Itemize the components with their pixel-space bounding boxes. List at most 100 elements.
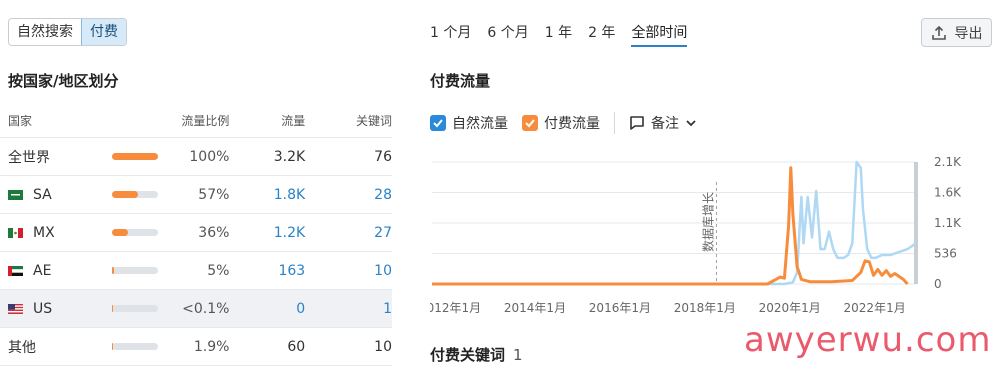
country-cell: 全世界	[0, 147, 112, 167]
x-tick-label: 2016年1月	[589, 301, 651, 315]
keywords-cell[interactable]: 10	[305, 263, 392, 279]
paid-keywords-title: 付费关键词 1	[430, 344, 523, 365]
share-bar	[111, 229, 172, 236]
paid-traffic-title: 付费流量	[430, 72, 491, 90]
country-name: 其他	[8, 339, 36, 356]
traffic-cell[interactable]: 0	[229, 301, 305, 317]
table-row[interactable]: 全世界 100% 3.2K 76	[0, 138, 392, 176]
share-bar	[111, 191, 172, 198]
keywords-cell: 10	[374, 338, 392, 355]
share-bar-fill	[111, 229, 129, 236]
ae-flag-icon	[8, 265, 23, 276]
table-header: 国家 流量比例 流量 关键词	[0, 103, 392, 138]
keywords-cell[interactable]: 28	[305, 187, 392, 203]
watermark: awyerwu.com	[744, 320, 992, 360]
share-bar-fill	[111, 153, 158, 160]
annotation-label: 数据库增长	[700, 192, 715, 252]
country-cell: SA	[0, 187, 112, 203]
y-tick-label: 2.1K	[934, 155, 962, 169]
keywords-cell: 76	[374, 148, 392, 165]
y-tick-label: 1.6K	[934, 186, 962, 200]
x-tick-label: 2012年1月	[430, 301, 481, 315]
traffic-cell[interactable]: 1.8K	[229, 187, 305, 203]
export-label: 导出	[954, 25, 983, 42]
share-column-header: 流量比例	[181, 113, 230, 128]
check-icon	[433, 119, 443, 128]
share-cell: 1.9%	[193, 338, 230, 355]
search-type-toggle: 自然搜索 付费	[8, 18, 127, 46]
share-cell: <0.1%	[182, 300, 230, 317]
x-tick-label: 2020年1月	[759, 301, 821, 315]
country-name: SA	[33, 186, 52, 203]
share-bar	[111, 305, 172, 312]
countries-section-title: 按国家/地区划分	[8, 72, 119, 90]
share-bar	[111, 153, 172, 160]
traffic-cell[interactable]: 163	[229, 263, 305, 279]
share-bar-fill	[111, 267, 115, 274]
notes-dropdown[interactable]: 备注	[629, 113, 697, 133]
table-row[interactable]: MX 36% 1.2K 27	[0, 214, 392, 252]
country-cell: 其他	[0, 337, 112, 357]
paid-traffic-line	[432, 166, 909, 286]
country-name: MX	[33, 224, 55, 241]
x-tick-label: 2018年1月	[674, 301, 736, 315]
table-row[interactable]: US <0.1% 0 1	[0, 290, 392, 328]
country-name: US	[33, 300, 53, 317]
upload-icon	[931, 25, 946, 40]
export-button[interactable]: 导出	[921, 18, 992, 47]
y-tick-label: 0	[934, 277, 942, 291]
sa-flag-icon	[8, 189, 23, 200]
traffic-cell: 60	[287, 338, 306, 355]
x-tick-label: 2022年1月	[844, 301, 906, 315]
paid-traffic-checkbox[interactable]	[522, 115, 538, 131]
traffic-cell: 3.2K	[273, 148, 306, 165]
period-tab[interactable]: 2 年	[588, 22, 615, 47]
comment-icon	[630, 116, 644, 130]
chart-legend: 自然流量 付费流量 备注	[430, 112, 697, 134]
share-bar-fill	[111, 343, 113, 350]
table-row[interactable]: SA 57% 1.8K 28	[0, 176, 392, 214]
share-cell: 5%	[207, 262, 230, 279]
x-tick-label: 2014年1月	[504, 301, 566, 315]
organic-search-tab[interactable]: 自然搜索	[9, 19, 81, 45]
table-row[interactable]: 其他 1.9% 60 10	[0, 328, 392, 366]
share-cell: 100%	[189, 148, 230, 165]
period-tab[interactable]: 1 个月	[430, 22, 471, 47]
y-tick-label: 1.1K	[934, 216, 962, 230]
keywords-cell[interactable]: 1	[305, 301, 392, 317]
share-cell: 57%	[198, 186, 230, 203]
organic-traffic-legend-label: 自然流量	[452, 116, 508, 132]
country-name: AE	[33, 262, 52, 279]
country-cell: AE	[0, 263, 112, 279]
share-bar-fill	[111, 191, 138, 198]
mx-flag-icon	[8, 227, 23, 238]
paid-search-tab[interactable]: 付费	[81, 19, 126, 45]
paid-traffic-chart: 0 536 1.1K 1.6K 2.1K 2012年1月 2014年1月 2016年1月 201…	[430, 155, 962, 315]
period-tab[interactable]: 全部时间	[631, 22, 688, 47]
check-icon	[525, 119, 535, 128]
traffic-cell[interactable]: 1.2K	[229, 225, 305, 241]
us-flag-icon	[8, 303, 23, 314]
period-tabs: 1 个月 6 个月 1 年 2 年全部时间	[430, 22, 703, 47]
paid-keywords-label: 付费关键词	[430, 346, 506, 364]
traffic-column-header: 流量	[281, 113, 306, 128]
country-cell: MX	[0, 225, 112, 241]
country-name: 全世界	[8, 149, 50, 166]
share-cell: 36%	[198, 224, 230, 241]
organic-traffic-checkbox[interactable]	[430, 115, 446, 131]
chevron-down-icon	[686, 120, 696, 127]
country-cell: US	[0, 301, 112, 317]
keywords-column-header: 关键词	[355, 113, 392, 128]
country-column-header: 国家	[8, 113, 33, 128]
period-tab[interactable]: 1 年	[545, 22, 572, 47]
paid-keywords-count: 1	[513, 346, 523, 364]
y-tick-label: 536	[934, 247, 957, 261]
share-bar-fill	[111, 305, 113, 312]
chart-range-handle	[914, 162, 918, 284]
paid-traffic-legend-label: 付费流量	[544, 116, 600, 132]
period-tab[interactable]: 6 个月	[487, 22, 528, 47]
table-row[interactable]: AE 5% 163 10	[0, 252, 392, 290]
share-bar	[111, 267, 172, 274]
countries-table: 国家 流量比例 流量 关键词 全世界 100% 3.2K 76 SA 57% 1.8K 28 M…	[0, 103, 392, 366]
keywords-cell[interactable]: 27	[305, 225, 392, 241]
